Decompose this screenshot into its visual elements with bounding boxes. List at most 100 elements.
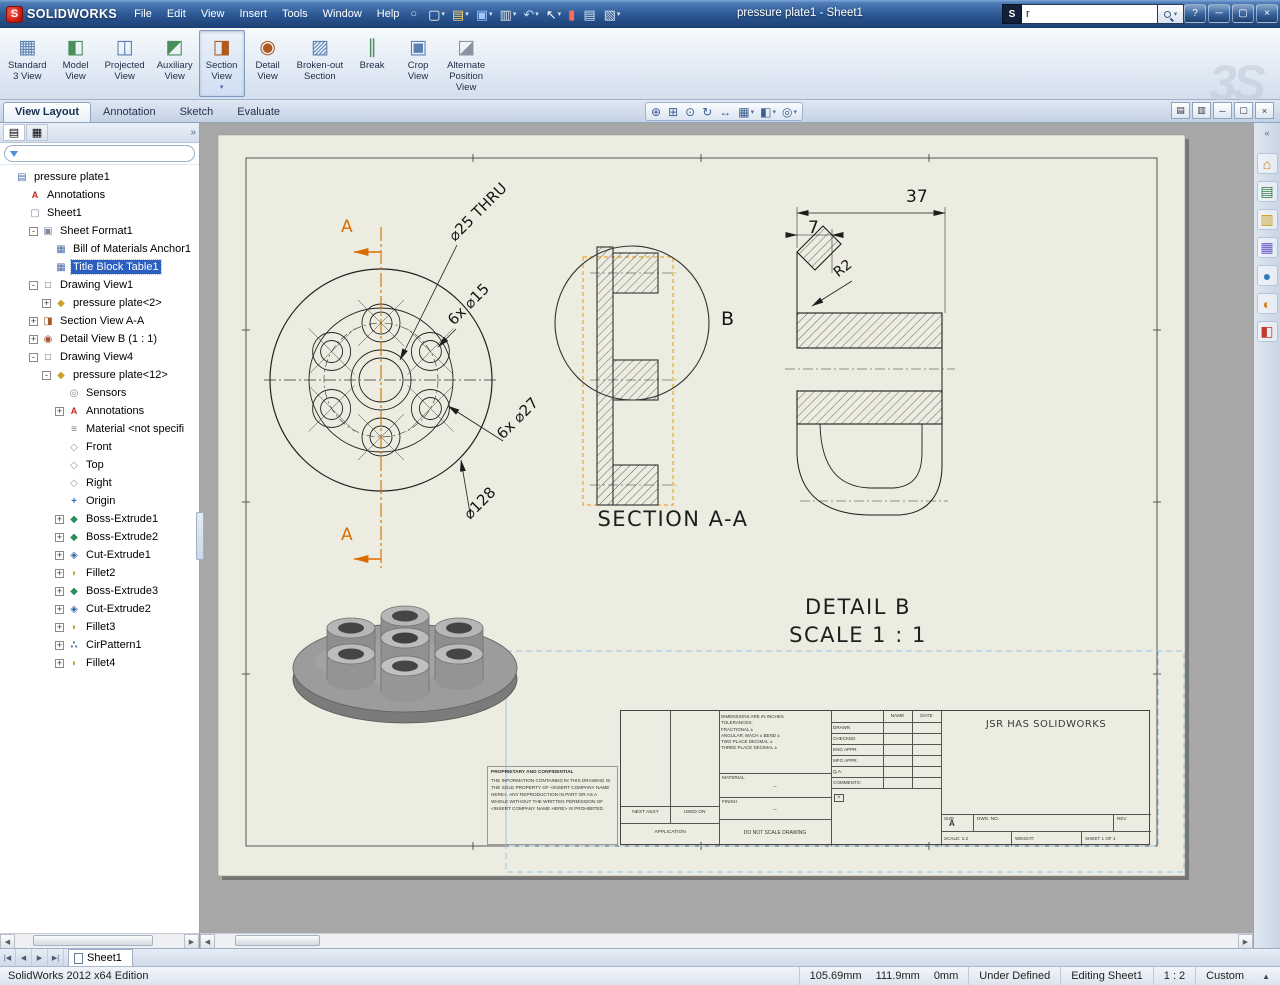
tree-expander[interactable]: + bbox=[55, 623, 64, 632]
scroll-left-icon[interactable]: ◀ bbox=[0, 934, 15, 949]
tree-item[interactable]: + ◗ Fillet3 bbox=[0, 618, 199, 636]
menu-item[interactable]: View bbox=[194, 5, 232, 23]
tree-expander[interactable] bbox=[55, 425, 64, 434]
scroll-right-icon[interactable]: ▶ bbox=[184, 934, 199, 949]
tree-item-label[interactable]: Front bbox=[84, 440, 114, 454]
tree-item[interactable]: ▦ Title Block Table1 bbox=[0, 258, 199, 276]
tree-item-label[interactable]: Boss-Extrude2 bbox=[84, 530, 160, 544]
tree-expander[interactable] bbox=[42, 245, 51, 254]
dropdown-caret-icon[interactable]: ▾ bbox=[441, 10, 445, 18]
taskpane-expand-button[interactable]: « bbox=[1264, 128, 1269, 138]
tree-item[interactable]: + ◗ Fillet4 bbox=[0, 654, 199, 672]
tree-item-label[interactable]: Right bbox=[84, 476, 114, 490]
tree-item-label[interactable]: Bill of Materials Anchor1 bbox=[71, 242, 193, 256]
menu-item[interactable]: Help bbox=[370, 5, 407, 23]
tree-item[interactable]: ◇ Top bbox=[0, 456, 199, 474]
units-selector[interactable]: Custom ▲ bbox=[1195, 967, 1280, 985]
tree-expander[interactable] bbox=[16, 191, 25, 200]
command-tab[interactable]: Sketch bbox=[168, 102, 226, 122]
tree-item-label[interactable]: Section View A-A bbox=[58, 314, 146, 328]
view-tool[interactable]: ⊞ bbox=[666, 105, 681, 119]
tree-item-label[interactable]: Detail View B (1 : 1) bbox=[58, 332, 159, 346]
ribbon-button[interactable]: ◪ Alternate Position View bbox=[441, 30, 491, 97]
tree-item[interactable]: + Origin bbox=[0, 492, 199, 510]
canvas-scroll-thumb[interactable] bbox=[235, 935, 320, 946]
menu-item[interactable]: Insert bbox=[232, 5, 274, 23]
forum-icon[interactable]: ◧ bbox=[1257, 321, 1278, 342]
tree-item-label[interactable]: Top bbox=[84, 458, 106, 472]
doc-close-button[interactable]: × bbox=[1255, 102, 1274, 119]
sheet-nav-button[interactable]: ▶| bbox=[48, 949, 64, 966]
tree-item-label[interactable]: Annotations bbox=[45, 188, 107, 202]
panel-splitter[interactable] bbox=[196, 512, 204, 560]
tree-expander[interactable] bbox=[16, 209, 25, 218]
minimize-button[interactable]: ─ bbox=[1208, 4, 1230, 23]
sheet-nav-button[interactable]: ◀ bbox=[16, 949, 32, 966]
tree-scroll-thumb[interactable] bbox=[33, 935, 153, 946]
tree-item[interactable]: + ◆ Boss-Extrude2 bbox=[0, 528, 199, 546]
search-input[interactable] bbox=[1022, 4, 1158, 24]
tree-expander[interactable] bbox=[55, 461, 64, 470]
view-tool[interactable]: ▦ ▾ bbox=[736, 105, 756, 119]
tree-item-label[interactable]: Boss-Extrude1 bbox=[84, 512, 160, 526]
tree-expander[interactable] bbox=[42, 263, 51, 272]
menu-item[interactable]: Edit bbox=[160, 5, 193, 23]
scroll-right-icon[interactable]: ▶ bbox=[1238, 934, 1253, 949]
tree-expander[interactable]: + bbox=[55, 407, 64, 416]
solidworks-resources-icon[interactable]: ⌂ bbox=[1257, 153, 1278, 174]
ribbon-button[interactable]: ◉ Detail View bbox=[245, 30, 291, 97]
tree-item-label[interactable]: Sheet Format1 bbox=[58, 224, 135, 238]
tree-expander[interactable] bbox=[3, 173, 12, 182]
view-tool[interactable]: ◧ ▾ bbox=[758, 105, 778, 119]
ribbon-button[interactable]: ◨ Section View ▾ bbox=[199, 30, 245, 97]
ribbon-button[interactable]: ◫ Projected View bbox=[99, 30, 151, 97]
tree-item[interactable]: + A Annotations bbox=[0, 402, 199, 420]
tree-item-label[interactable]: Cut-Extrude1 bbox=[84, 548, 153, 562]
tree-item[interactable]: - ◆ pressure plate<12> bbox=[0, 366, 199, 384]
featuremanager-tree-tab[interactable]: ▤ bbox=[3, 124, 25, 141]
section-arrow-label-bottom[interactable]: A bbox=[341, 527, 353, 544]
tree-item[interactable]: + ◉ Detail View B (1 : 1) bbox=[0, 330, 199, 348]
tree-expander[interactable]: + bbox=[55, 533, 64, 542]
tree-item-label[interactable]: Material <not specifi bbox=[84, 422, 186, 436]
quickbar-button[interactable]: ▧ ▾ bbox=[601, 6, 624, 23]
dropdown-caret-icon[interactable]: ▾ bbox=[489, 10, 493, 18]
tree-item-label[interactable]: Boss-Extrude3 bbox=[84, 584, 160, 598]
ribbon-button[interactable]: ▣ Crop View bbox=[395, 30, 441, 97]
view-tool[interactable]: ↻ bbox=[700, 105, 715, 119]
command-tab[interactable]: Annotation bbox=[91, 102, 168, 122]
tree-item[interactable]: + ◆ Boss-Extrude3 bbox=[0, 582, 199, 600]
tree-item[interactable]: + ∴ CirPattern1 bbox=[0, 636, 199, 654]
quickbar-button[interactable]: ▢ ▾ bbox=[425, 6, 448, 23]
command-tab[interactable]: Evaluate bbox=[225, 102, 292, 122]
panel-chevron-icon[interactable]: » bbox=[190, 127, 196, 138]
tree-item[interactable]: - □ Drawing View1 bbox=[0, 276, 199, 294]
doc-minimize-button[interactable]: ─ bbox=[1213, 102, 1232, 119]
tree-item[interactable]: + ◗ Fillet2 bbox=[0, 564, 199, 582]
tree-item[interactable]: - □ Drawing View4 bbox=[0, 348, 199, 366]
tree-item-label[interactable]: Fillet2 bbox=[84, 566, 117, 580]
close-button[interactable]: × bbox=[1256, 4, 1278, 23]
quickbar-button[interactable]: ▣ ▾ bbox=[473, 6, 496, 23]
dropdown-caret-icon[interactable]: ▾ bbox=[558, 10, 562, 18]
tree-horizontal-scrollbar[interactable]: ◀ ▶ bbox=[0, 933, 199, 948]
tree-item-label[interactable]: Cut-Extrude2 bbox=[84, 602, 153, 616]
sheet-nav-button[interactable]: |◀ bbox=[0, 949, 16, 966]
title-block[interactable]: NEXT ASSY USED ON APPLICATION DIMENSIONS… bbox=[620, 710, 1150, 845]
tree-expander[interactable]: - bbox=[42, 371, 51, 380]
view-palette-icon[interactable]: ▦ bbox=[1257, 237, 1278, 258]
tree-item-label[interactable]: CirPattern1 bbox=[84, 638, 144, 652]
view-tool[interactable]: ↔ bbox=[717, 105, 734, 119]
tree-item-label[interactable]: Fillet3 bbox=[84, 620, 117, 634]
tree-expander[interactable] bbox=[55, 497, 64, 506]
menu-item[interactable]: Window bbox=[316, 5, 369, 23]
ribbon-button[interactable]: ∥ Break bbox=[349, 30, 395, 97]
tree-expander[interactable]: + bbox=[29, 317, 38, 326]
tree-item-label[interactable]: Sheet1 bbox=[45, 206, 84, 220]
maximize-button[interactable]: ▢ bbox=[1232, 4, 1254, 23]
dropdown-caret-icon[interactable]: ▾ bbox=[535, 10, 539, 18]
dropdown-caret-icon[interactable]: ▾ bbox=[465, 10, 469, 18]
view-tool-caret-icon[interactable]: ▾ bbox=[793, 108, 797, 116]
design-library-icon[interactable]: ▤ bbox=[1257, 181, 1278, 202]
canvas-horizontal-scrollbar[interactable]: ◀ ▶ bbox=[200, 933, 1253, 948]
